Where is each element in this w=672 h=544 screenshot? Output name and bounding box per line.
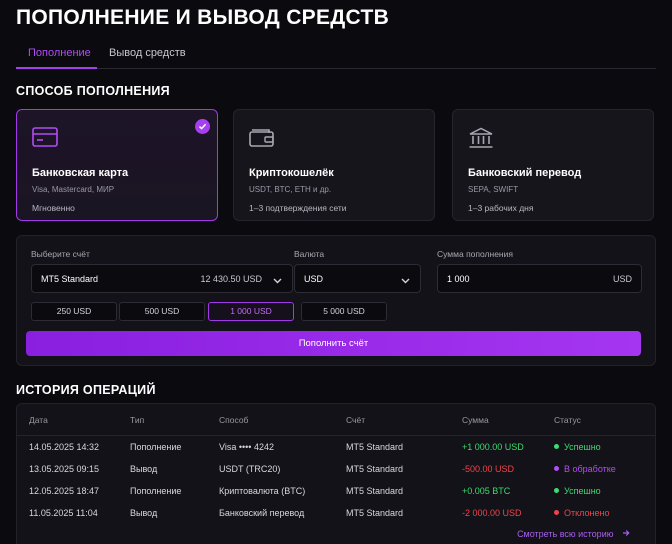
status-label: Успешно	[564, 442, 601, 452]
account-label: Выберите счёт	[31, 249, 90, 259]
cell-type: Пополнение	[130, 442, 182, 452]
currency-label: Валюта	[294, 249, 325, 259]
view-all-label: Смотреть всю историю	[517, 529, 614, 539]
quick-amount-button[interactable]: 500 USD	[119, 302, 205, 321]
status-badge: Отклонено	[554, 508, 609, 518]
tab-deposit[interactable]: Пополнение	[28, 47, 91, 59]
method-description: Visa, Mastercard, МИР	[32, 185, 115, 194]
table-row[interactable]: 14.05.2025 14:32 Пополнение Visa •••• 42…	[17, 442, 655, 464]
cell-date: 11.05.2025 11:04	[29, 508, 98, 518]
cell-account: MT5 Standard	[346, 508, 404, 518]
amount-label: Сумма пополнения	[437, 249, 513, 259]
table-header-divider	[17, 435, 655, 436]
active-tab-indicator	[16, 67, 97, 69]
column-header-account: Счёт	[346, 415, 366, 425]
currency-select[interactable]: USD	[294, 264, 421, 293]
method-name: Банковский перевод	[468, 167, 582, 179]
account-select[interactable]: MT5 Standard 12 430.50 USD	[31, 264, 293, 293]
column-header-status: Статус	[554, 415, 581, 425]
method-name: Криптокошелёк	[249, 167, 334, 179]
status-dot	[554, 466, 559, 471]
currency-value: USD	[304, 274, 324, 284]
credit-card-icon	[32, 127, 58, 152]
status-dot	[554, 444, 559, 449]
status-dot	[554, 510, 559, 515]
status-badge: В обработке	[554, 464, 616, 474]
status-label: Отклонено	[564, 508, 610, 518]
chevron-down-icon	[401, 276, 410, 286]
column-header-method: Способ	[219, 415, 249, 425]
quick-amount-button[interactable]: 5 000 USD	[301, 302, 387, 321]
table-row[interactable]: 11.05.2025 11:04 Вывод Банковский перево…	[17, 508, 655, 530]
cell-amount: +0.005 BTC	[462, 486, 511, 496]
arrow-right-icon	[622, 529, 630, 539]
table-row[interactable]: 13.05.2025 09:15 Вывод USDT (TRC20) MT5 …	[17, 464, 655, 486]
chevron-down-icon	[273, 276, 282, 286]
quick-amount-button[interactable]: 1 000 USD	[208, 302, 294, 321]
tab-bar: Пополнение Вывод средств	[16, 38, 656, 69]
method-description: USDT, BTC, ETH и др.	[249, 185, 332, 194]
cell-account: MT5 Standard	[346, 464, 404, 474]
page-title: ПОПОЛНЕНИЕ И ВЫВОД СРЕДСТВ	[16, 6, 390, 29]
method-card-bank-transfer[interactable]: Банковский перевод SEPA, SWIFT 1–3 рабоч…	[452, 109, 654, 221]
deposit-form: Выберите счёт MT5 Standard 12 430.50 USD…	[16, 235, 656, 366]
history-section-title: ИСТОРИЯ ОПЕРАЦИЙ	[16, 383, 156, 397]
table-row[interactable]: 12.05.2025 18:47 Пополнение Криптовалюта…	[17, 486, 655, 508]
history-table: Дата Тип Способ Счёт Сумма Статус 14.05.…	[16, 403, 656, 544]
wallet-icon	[249, 127, 275, 152]
amount-input[interactable]: 1 000 USD	[437, 264, 642, 293]
cell-method: Криптовалюта (BTC)	[219, 486, 306, 496]
status-dot	[554, 488, 559, 493]
status-badge: Успешно	[554, 442, 601, 452]
cell-date: 12.05.2025 18:47	[29, 486, 100, 496]
cell-account: MT5 Standard	[346, 486, 404, 496]
column-header-type: Тип	[130, 415, 145, 425]
cell-method: Visa •••• 4242	[219, 442, 274, 452]
cell-date: 14.05.2025 14:32	[29, 442, 100, 452]
view-all-history-link[interactable]: Смотреть всю историю	[517, 529, 630, 539]
submit-deposit-button[interactable]: Пополнить счёт	[26, 331, 641, 356]
method-name: Банковская карта	[32, 167, 129, 179]
method-processing-time: 1–3 рабочих дня	[468, 203, 534, 213]
status-label: Успешно	[564, 486, 601, 496]
method-card-crypto-wallet[interactable]: Криптокошелёк USDT, BTC, ETH и др. 1–3 п…	[233, 109, 435, 221]
amount-currency: USD	[612, 274, 632, 284]
method-processing-time: 1–3 подтверждения сети	[249, 203, 347, 213]
method-description: SEPA, SWIFT	[468, 185, 519, 194]
cell-method: USDT (TRC20)	[219, 464, 281, 474]
account-value: MT5 Standard	[41, 274, 99, 284]
cell-type: Вывод	[130, 464, 158, 474]
status-label: В обработке	[564, 464, 616, 474]
methods-section-title: СПОСОБ ПОПОЛНЕНИЯ	[16, 84, 170, 98]
cell-method: Банковский перевод	[219, 508, 305, 518]
tab-withdraw[interactable]: Вывод средств	[109, 47, 186, 59]
cell-amount: -2 000.00 USD	[462, 508, 522, 518]
cell-type: Вывод	[130, 508, 158, 518]
method-card-bank-card[interactable]: Банковская карта Visa, Mastercard, МИР М…	[16, 109, 218, 221]
bank-icon	[468, 127, 494, 154]
quick-amount-button[interactable]: 250 USD	[31, 302, 117, 321]
column-header-date: Дата	[29, 415, 48, 425]
cell-account: MT5 Standard	[346, 442, 404, 452]
account-balance: 12 430.50 USD	[200, 274, 262, 284]
amount-value: 1 000	[447, 274, 470, 284]
column-header-amount: Сумма	[462, 415, 489, 425]
check-icon	[195, 119, 210, 134]
cell-amount: -500.00 USD	[462, 464, 515, 474]
method-processing-time: Мгновенно	[32, 203, 75, 213]
cell-amount: +1 000.00 USD	[462, 442, 524, 452]
status-badge: Успешно	[554, 486, 601, 496]
cell-type: Пополнение	[130, 486, 182, 496]
cell-date: 13.05.2025 09:15	[29, 464, 100, 474]
